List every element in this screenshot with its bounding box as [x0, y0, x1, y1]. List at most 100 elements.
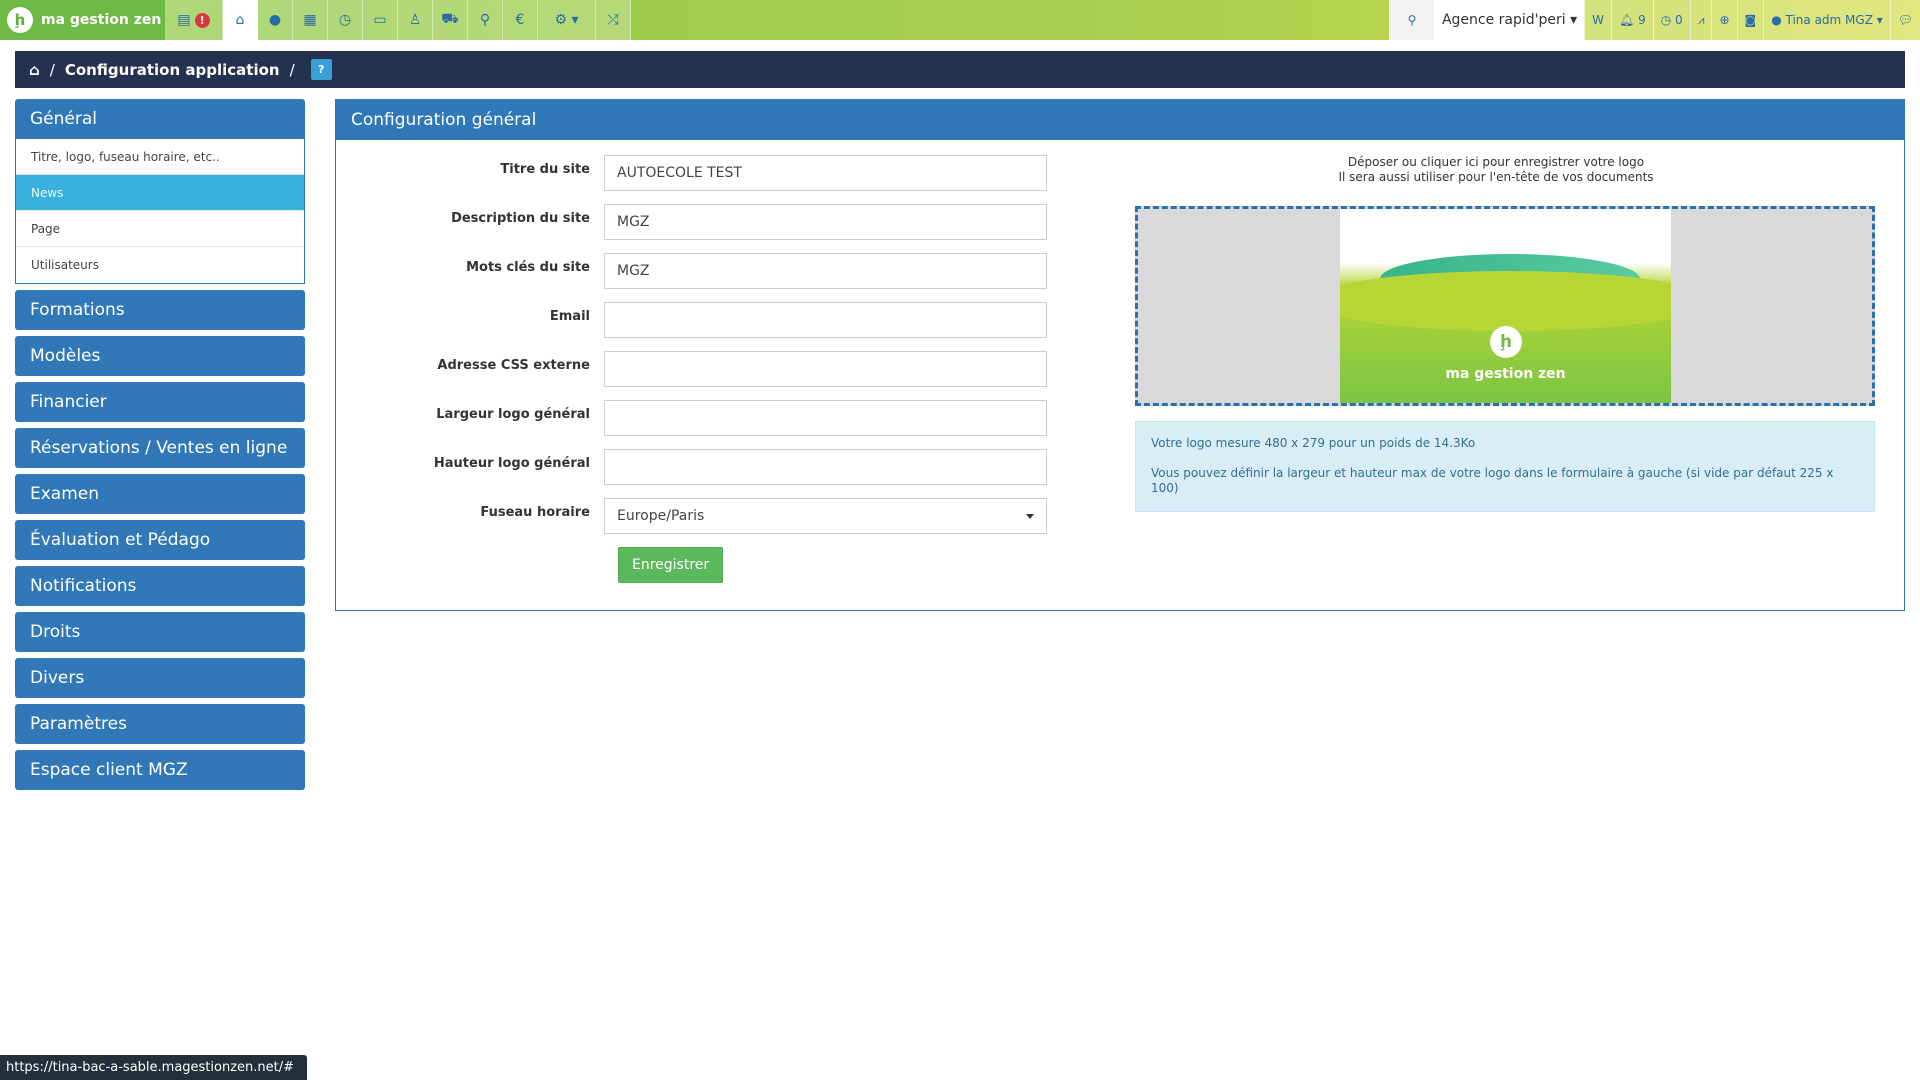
form-row-titre: Titre du site AUTOECOLE TEST — [336, 155, 1047, 191]
sidebar-group-general-items: Titre, logo, fuseau horaire, etc.. News … — [15, 139, 305, 284]
panel-title: Configuration général — [336, 100, 1904, 140]
calendar-icon[interactable]: ▦ — [293, 0, 328, 40]
form-row-timezone: Fuseau horaire Europe/Paris — [336, 498, 1047, 534]
sidebar-item-evaluation[interactable]: Évaluation et Pédago — [15, 520, 305, 560]
breadcrumb-separator: / — [49, 60, 55, 79]
cogs-dropdown-icon[interactable]: ⚙ ▾ — [538, 0, 596, 40]
home-icon[interactable]: ⌂ — [223, 0, 258, 40]
euro-icon[interactable]: € — [503, 0, 538, 40]
brand-name: ma gestion zen — [41, 12, 162, 28]
field-label: Titre du site — [500, 161, 590, 177]
field-label: Email — [549, 308, 590, 324]
w-button[interactable]: W — [1584, 0, 1612, 40]
sidebar-subitem-utilisateurs[interactable]: Utilisateurs — [16, 247, 304, 283]
site-keywords-input[interactable]: MGZ — [604, 253, 1047, 289]
timezone-value: Europe/Paris — [617, 508, 705, 524]
form-row-logo-height: Hauteur logo général — [336, 449, 1047, 485]
breadcrumb-current: Configuration application — [64, 60, 280, 79]
timezone-select[interactable]: Europe/Paris — [604, 498, 1047, 534]
form-row-logo-width: Largeur logo général — [336, 400, 1047, 436]
sidebar-item-formations[interactable]: Formations — [15, 290, 305, 330]
email-input[interactable] — [604, 302, 1047, 338]
form-row-description: Description du site MGZ — [336, 204, 1047, 240]
sidebar-item-notifications[interactable]: Notifications — [15, 566, 305, 606]
sidebar: Général Titre, logo, fuseau horaire, etc… — [15, 99, 305, 790]
sidebar-item-parametres[interactable]: Paramètres — [15, 704, 305, 744]
logo-height-input[interactable] — [604, 449, 1047, 485]
bell-icon: 🔔︎ — [1619, 13, 1635, 27]
breadcrumb: ⌂ / Configuration application / ? — [15, 51, 1905, 88]
brand[interactable]: ḩ ma gestion zen — [0, 0, 165, 40]
field-label: Adresse CSS externe — [437, 357, 590, 373]
car-icon[interactable]: ⛟ — [433, 0, 468, 40]
logo-width-input[interactable] — [604, 400, 1047, 436]
clock-count: 0 — [1675, 13, 1683, 27]
w-label: W — [1592, 13, 1605, 27]
agency-name: Agence rapid'peri — [1441, 12, 1566, 28]
form-row-css: Adresse CSS externe — [336, 351, 1047, 387]
chevron-down-icon — [1026, 513, 1034, 519]
field-label: Fuseau horaire — [480, 504, 590, 520]
map-pin-icon[interactable]: ⚲ — [468, 0, 503, 40]
agency-dropdown[interactable]: Agence rapid'peri ▾ — [1433, 0, 1585, 40]
form-row-email: Email — [336, 302, 1047, 338]
lifebuoy-icon[interactable]: ⊕ — [1711, 0, 1737, 40]
chat-icon[interactable]: 💬︎ — [1889, 0, 1920, 40]
user-menu[interactable]: ● Tina adm MGZ ▾ — [1763, 0, 1890, 40]
sidebar-item-droits[interactable]: Droits — [15, 612, 305, 652]
person-icon[interactable]: ♙ — [398, 0, 433, 40]
site-description-input[interactable]: MGZ — [604, 204, 1047, 240]
sidebar-item-reservations[interactable]: Réservations / Ventes en ligne — [15, 428, 305, 468]
logo-wave-lower — [1340, 271, 1671, 331]
topbar-right: ⚲ Agence rapid'peri ▾ W 🔔︎ 9 ◷ 0 ⩘ ⊕ ◙ ●… — [1388, 0, 1920, 40]
notifications-button[interactable]: 🔔︎ 9 — [1611, 0, 1653, 40]
sidebar-item-examen[interactable]: Examen — [15, 474, 305, 514]
sidebar-item-financier[interactable]: Financier — [15, 382, 305, 422]
user-icon[interactable]: ● — [258, 0, 293, 40]
pending-button[interactable]: ◷ 0 — [1652, 0, 1690, 40]
newspaper-icon: ▤ — [177, 12, 191, 28]
bell-count: 9 — [1638, 13, 1646, 27]
road-icon[interactable]: ⩘ — [1689, 0, 1712, 40]
brand-logo-icon: ḩ — [7, 7, 33, 33]
clock-small-icon: ◷ — [1660, 13, 1672, 27]
logo-size-info: Votre logo mesure 480 x 279 pour un poid… — [1151, 436, 1476, 450]
save-button[interactable]: Enregistrer — [618, 547, 724, 583]
sidebar-subitem-titre[interactable]: Titre, logo, fuseau horaire, etc.. — [16, 139, 304, 175]
sidebar-item-modeles[interactable]: Modèles — [15, 336, 305, 376]
card-icon[interactable]: ▭ — [363, 0, 398, 40]
user-small-icon: ● — [1771, 13, 1782, 27]
breadcrumb-separator: / — [289, 60, 295, 79]
upload-line-1: Déposer ou cliquer ici pour enregistrer … — [1347, 155, 1645, 169]
logo-brand-name: ma gestion zen — [1445, 366, 1566, 382]
site-title-input[interactable]: AUTOECOLE TEST — [604, 155, 1047, 191]
sidebar-item-divers[interactable]: Divers — [15, 658, 305, 698]
logo-preview-image: ḩ ma gestion zen — [1340, 209, 1671, 403]
shuffle-icon[interactable]: ⤮ — [596, 0, 631, 40]
upload-line-2: Il sera aussi utiliser pour l'en-tête de… — [1338, 170, 1654, 184]
alert-badge: ! — [194, 12, 210, 28]
logo-info-box: Votre logo mesure 480 x 279 pour un poid… — [1135, 421, 1875, 512]
logo-dropzone[interactable]: ḩ ma gestion zen — [1135, 206, 1875, 406]
user-name: Tina adm MGZ — [1785, 13, 1873, 27]
news-alert-button[interactable]: ▤ ! — [165, 0, 223, 40]
field-label: Description du site — [451, 210, 590, 226]
sidebar-subitem-page[interactable]: Page — [16, 211, 304, 247]
field-label: Hauteur logo général — [433, 455, 590, 471]
sidebar-item-espace-client[interactable]: Espace client MGZ — [15, 750, 305, 790]
sidebar-subitem-news[interactable]: News — [16, 175, 304, 211]
home-breadcrumb-icon[interactable]: ⌂ — [29, 61, 40, 79]
form-row-keywords: Mots clés du site MGZ — [336, 253, 1047, 289]
logo-mark-icon: ḩ — [1490, 326, 1522, 358]
location-pin-icon[interactable]: ⚲ — [1388, 0, 1434, 40]
camera-icon[interactable]: ◙ — [1736, 0, 1764, 40]
top-navbar: ḩ ma gestion zen ▤ ! ⌂ ● ▦ ◷ ▭ ♙ ⛟ ⚲ € ⚙… — [0, 0, 1920, 40]
css-url-input[interactable] — [604, 351, 1047, 387]
upload-instructions: Déposer ou cliquer ici pour enregistrer … — [1126, 155, 1866, 185]
sidebar-group-general[interactable]: Général — [15, 99, 305, 139]
help-icon[interactable]: ? — [310, 59, 332, 80]
clock-icon[interactable]: ◷ — [328, 0, 363, 40]
field-label: Largeur logo général — [436, 406, 590, 422]
field-label: Mots clés du site — [466, 259, 590, 275]
config-panel: Configuration général Titre du site AUTO… — [335, 99, 1905, 611]
